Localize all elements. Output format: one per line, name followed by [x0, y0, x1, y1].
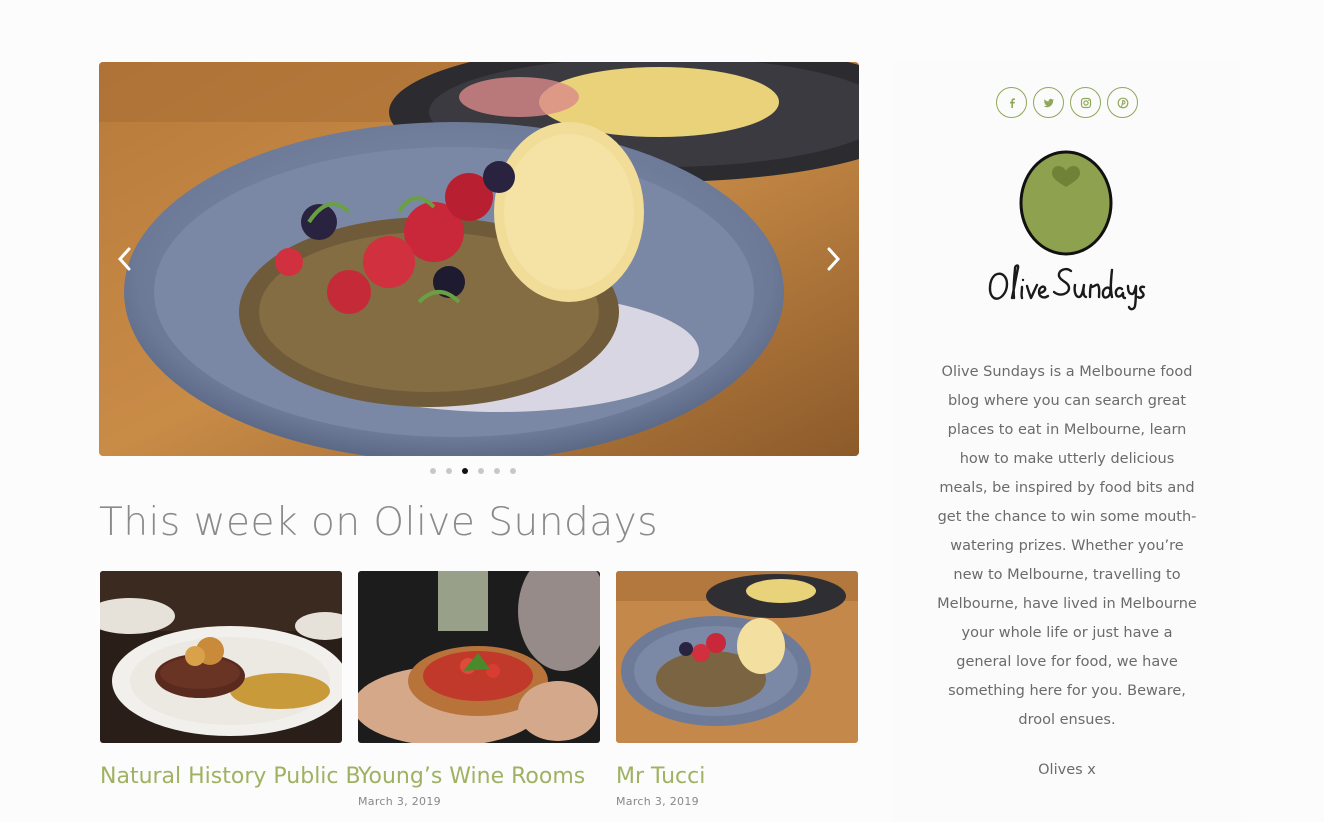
- olive-logo-icon: [988, 150, 1146, 311]
- pinterest-icon: [1117, 97, 1128, 108]
- post-title[interactable]: Mr Tucci: [616, 763, 858, 791]
- instagram-icon: [1080, 97, 1091, 108]
- slider-next-button[interactable]: [819, 242, 849, 276]
- slider-dot[interactable]: [446, 468, 452, 474]
- slider-dot[interactable]: [510, 468, 516, 474]
- chevron-left-icon: [117, 247, 131, 271]
- twitter-icon: [1043, 98, 1054, 107]
- chevron-right-icon: [827, 247, 841, 271]
- post-card: Mr Tucci March 3, 2019: [616, 571, 858, 808]
- slider-dot-active[interactable]: [462, 468, 468, 474]
- slider-dot[interactable]: [494, 468, 500, 474]
- signoff-text: Olives x: [1038, 762, 1096, 778]
- post-thumbnail[interactable]: [100, 571, 342, 743]
- post-thumbnail[interactable]: [616, 571, 858, 743]
- about-text: Olive Sundays is a Melbourne food blog w…: [937, 364, 1197, 728]
- section-title: This week on Olive Sundays: [99, 500, 659, 545]
- instagram-link[interactable]: [1070, 87, 1101, 118]
- facebook-icon: [1009, 97, 1015, 108]
- hero-image: [99, 62, 859, 456]
- social-links: [996, 87, 1138, 118]
- post-title[interactable]: Young’s Wine Rooms: [358, 763, 600, 791]
- site-logo[interactable]: [981, 147, 1151, 326]
- post-card: Young’s Wine Rooms March 3, 2019: [358, 571, 600, 808]
- post-card: Natural History Public B: [100, 571, 361, 795]
- post-date: March 3, 2019: [358, 795, 441, 808]
- slider-dot[interactable]: [430, 468, 436, 474]
- pinterest-link[interactable]: [1107, 87, 1138, 118]
- post-date: March 3, 2019: [616, 795, 699, 808]
- twitter-link[interactable]: [1033, 87, 1064, 118]
- slider-prev-button[interactable]: [109, 242, 139, 276]
- facebook-link[interactable]: [996, 87, 1027, 118]
- slider-dot[interactable]: [478, 468, 484, 474]
- post-title[interactable]: Natural History Public B: [100, 763, 361, 791]
- hero-slider[interactable]: [99, 62, 859, 456]
- post-thumbnail[interactable]: [358, 571, 600, 743]
- sidebar: Olive Sundays is a Melbourne food blog w…: [893, 62, 1241, 822]
